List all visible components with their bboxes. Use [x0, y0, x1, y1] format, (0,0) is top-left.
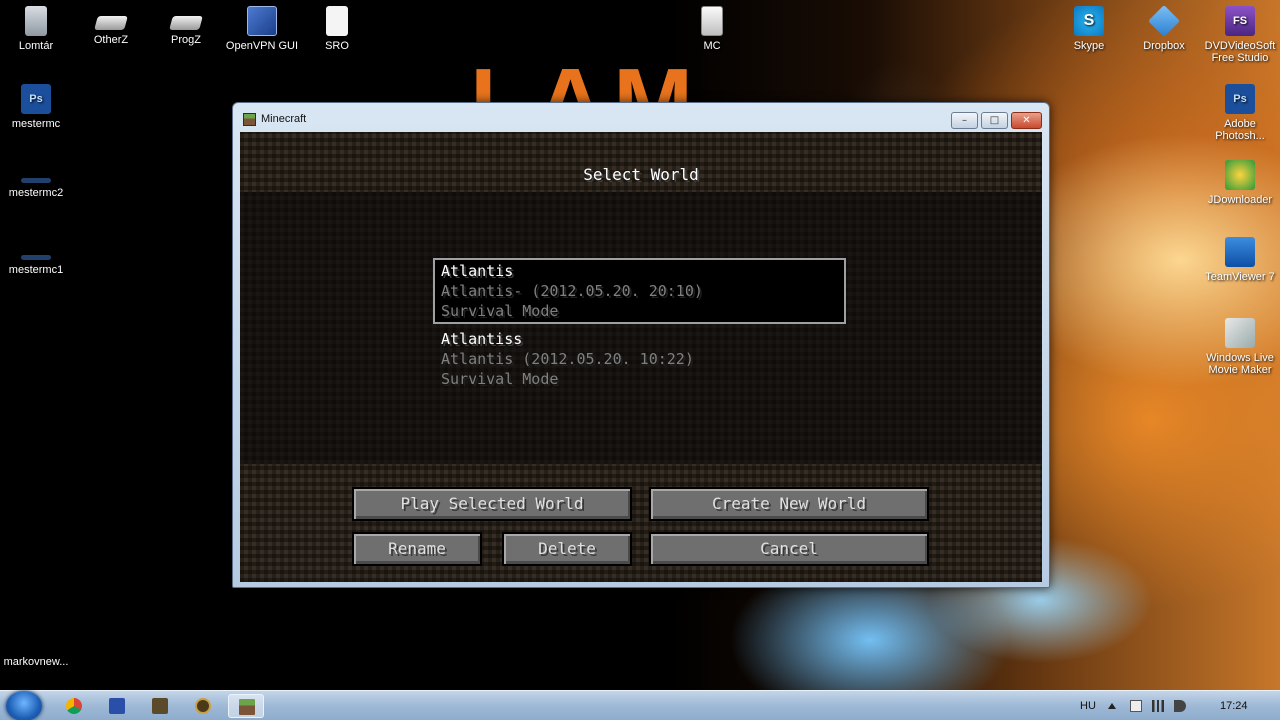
world-detail: Atlantis- (2012.05.20. 20:10): [441, 282, 703, 300]
minecraft-icon: [239, 699, 255, 715]
clock[interactable]: 17:24: [1220, 691, 1248, 720]
desktop-icon-label: mestermc2: [8, 187, 64, 199]
action-center-flag-icon[interactable]: [1130, 700, 1142, 712]
taskbar-app-media[interactable]: [142, 694, 178, 718]
skype-icon: S: [1074, 6, 1104, 36]
world-detail: Atlantis (2012.05.20. 10:22): [441, 350, 694, 368]
warcraft-icon: [195, 698, 211, 714]
desktop-icon-label: Lomtár: [18, 40, 54, 52]
drive-icon: [169, 16, 203, 30]
world-mode: Survival Mode: [441, 370, 559, 388]
world-entry[interactable]: Atlantiss Atlantis (2012.05.20. 10:22) S…: [433, 326, 846, 392]
desktop-icon-label: DVDVideoSoft Free Studio: [1204, 40, 1276, 64]
world-name: Atlantiss: [441, 330, 523, 348]
window-titlebar[interactable]: Minecraft – □ ✕: [233, 103, 1049, 132]
dropbox-icon: [1148, 5, 1180, 37]
desktop-icon-mestermc[interactable]: Ps mestermc: [0, 84, 76, 130]
world-list[interactable]: Atlantis Atlantis- (2012.05.20. 20:10) S…: [240, 192, 1042, 464]
taskbar-app-warcraft[interactable]: [185, 694, 221, 718]
world-entry-selected[interactable]: Atlantis Atlantis- (2012.05.20. 20:10) S…: [433, 258, 846, 324]
recycle-bin-icon: [25, 6, 47, 36]
world-mode: Survival Mode: [441, 302, 559, 320]
desktop-icon-label: MC: [703, 40, 721, 52]
desktop-icon-jdownloader[interactable]: JDownloader: [1200, 160, 1280, 206]
close-button[interactable]: ✕: [1011, 112, 1042, 129]
photoshop-file-icon: Ps: [21, 84, 51, 114]
world-name: Atlantis: [441, 262, 514, 280]
desktop-icon-dropbox[interactable]: Dropbox: [1124, 5, 1204, 52]
desktop-icon-label: JDownloader: [1207, 194, 1273, 206]
create-new-world-button[interactable]: Create New World: [649, 487, 929, 521]
file-icon: [326, 6, 348, 36]
minecraft-window: Minecraft – □ ✕ Select World Atlantis At…: [232, 102, 1050, 588]
desktop-icon-label: Skype: [1073, 40, 1105, 52]
desktop-icon-mestermc1[interactable]: mestermc1: [0, 239, 76, 276]
taskbar-app-save[interactable]: [99, 694, 135, 718]
minecraft-file-icon: [701, 6, 723, 36]
desktop-icon-label: ProgZ: [171, 34, 201, 46]
desktop-icon-label: mestermc1: [8, 264, 64, 276]
desktop-icon-label: markovnew...: [3, 656, 69, 668]
desktop-icon-label: Windows Live Movie Maker: [1206, 352, 1274, 376]
drive-icon: [94, 16, 128, 30]
photoshop-icon: Ps: [1225, 84, 1255, 114]
file-icon: [21, 255, 51, 260]
language-indicator[interactable]: HU: [1080, 691, 1096, 720]
cancel-button[interactable]: Cancel: [649, 532, 929, 566]
floppy-icon: [109, 698, 125, 714]
show-hidden-icons-icon[interactable]: [1108, 703, 1116, 709]
openvpn-icon: [247, 6, 277, 36]
desktop-icon-skype[interactable]: S Skype: [1049, 6, 1129, 52]
maximize-button[interactable]: □: [981, 112, 1008, 129]
wallpaper-title: I AM: [470, 49, 702, 108]
desktop-icon-label: SRO: [325, 40, 349, 52]
window-title: Minecraft: [261, 113, 307, 125]
jdownloader-icon: [1225, 160, 1255, 190]
desktop-icon-label: TeamViewer 7: [1205, 271, 1275, 283]
desktop-icon-movie-maker[interactable]: Windows Live Movie Maker: [1200, 318, 1280, 376]
teamviewer-icon: [1225, 237, 1255, 267]
desktop-icon-sro[interactable]: SRO: [297, 6, 377, 52]
desktop-icon-otherz[interactable]: OtherZ: [71, 6, 151, 46]
desktop-icon-dvdvideosoft[interactable]: FS DVDVideoSoft Free Studio: [1200, 6, 1280, 64]
desktop-icon-teamviewer[interactable]: TeamViewer 7: [1200, 237, 1280, 283]
minimize-button[interactable]: –: [951, 112, 978, 129]
minecraft-screen: Select World Atlantis Atlantis- (2012.05…: [240, 132, 1042, 582]
delete-button[interactable]: Delete: [502, 532, 632, 566]
desktop-icon-label: Adobe Photosh...: [1215, 118, 1265, 142]
movie-maker-icon: [1225, 318, 1255, 348]
volume-icon[interactable]: [1174, 700, 1186, 712]
desktop-icon-lomtar[interactable]: Lomtár: [0, 6, 76, 52]
play-selected-world-button[interactable]: Play Selected World: [352, 487, 632, 521]
dvdvideosoft-icon: FS: [1225, 6, 1255, 36]
desktop-icon-label: Dropbox: [1143, 40, 1185, 52]
desktop-icon-photoshop[interactable]: Ps Adobe Photosh...: [1200, 84, 1280, 142]
file-icon: [21, 178, 51, 183]
desktop-icon-label: mestermc: [11, 118, 61, 130]
desktop-icon-mc[interactable]: MC: [672, 6, 752, 52]
rename-button[interactable]: Rename: [352, 532, 482, 566]
minecraft-grass-block-icon: [243, 113, 256, 126]
desktop-icon-label: OpenVPN GUI: [225, 40, 299, 52]
media-icon: [152, 698, 168, 714]
taskbar-app-minecraft[interactable]: [228, 694, 264, 718]
start-button[interactable]: [6, 691, 42, 720]
desktop-icon-progz[interactable]: ProgZ: [146, 6, 226, 46]
desktop-icon-mestermc2[interactable]: mestermc2: [0, 162, 76, 199]
page-title: Select World: [583, 165, 699, 184]
desktop-icon-label: OtherZ: [93, 34, 129, 46]
desktop-icon-openvpn[interactable]: OpenVPN GUI: [222, 6, 302, 52]
taskbar: HU 17:24: [0, 690, 1280, 720]
network-icon[interactable]: [1152, 700, 1164, 712]
desktop-icon-markovnew[interactable]: markovnew...: [0, 656, 76, 668]
taskbar-app-chrome[interactable]: [56, 694, 92, 718]
chrome-icon: [66, 698, 82, 714]
